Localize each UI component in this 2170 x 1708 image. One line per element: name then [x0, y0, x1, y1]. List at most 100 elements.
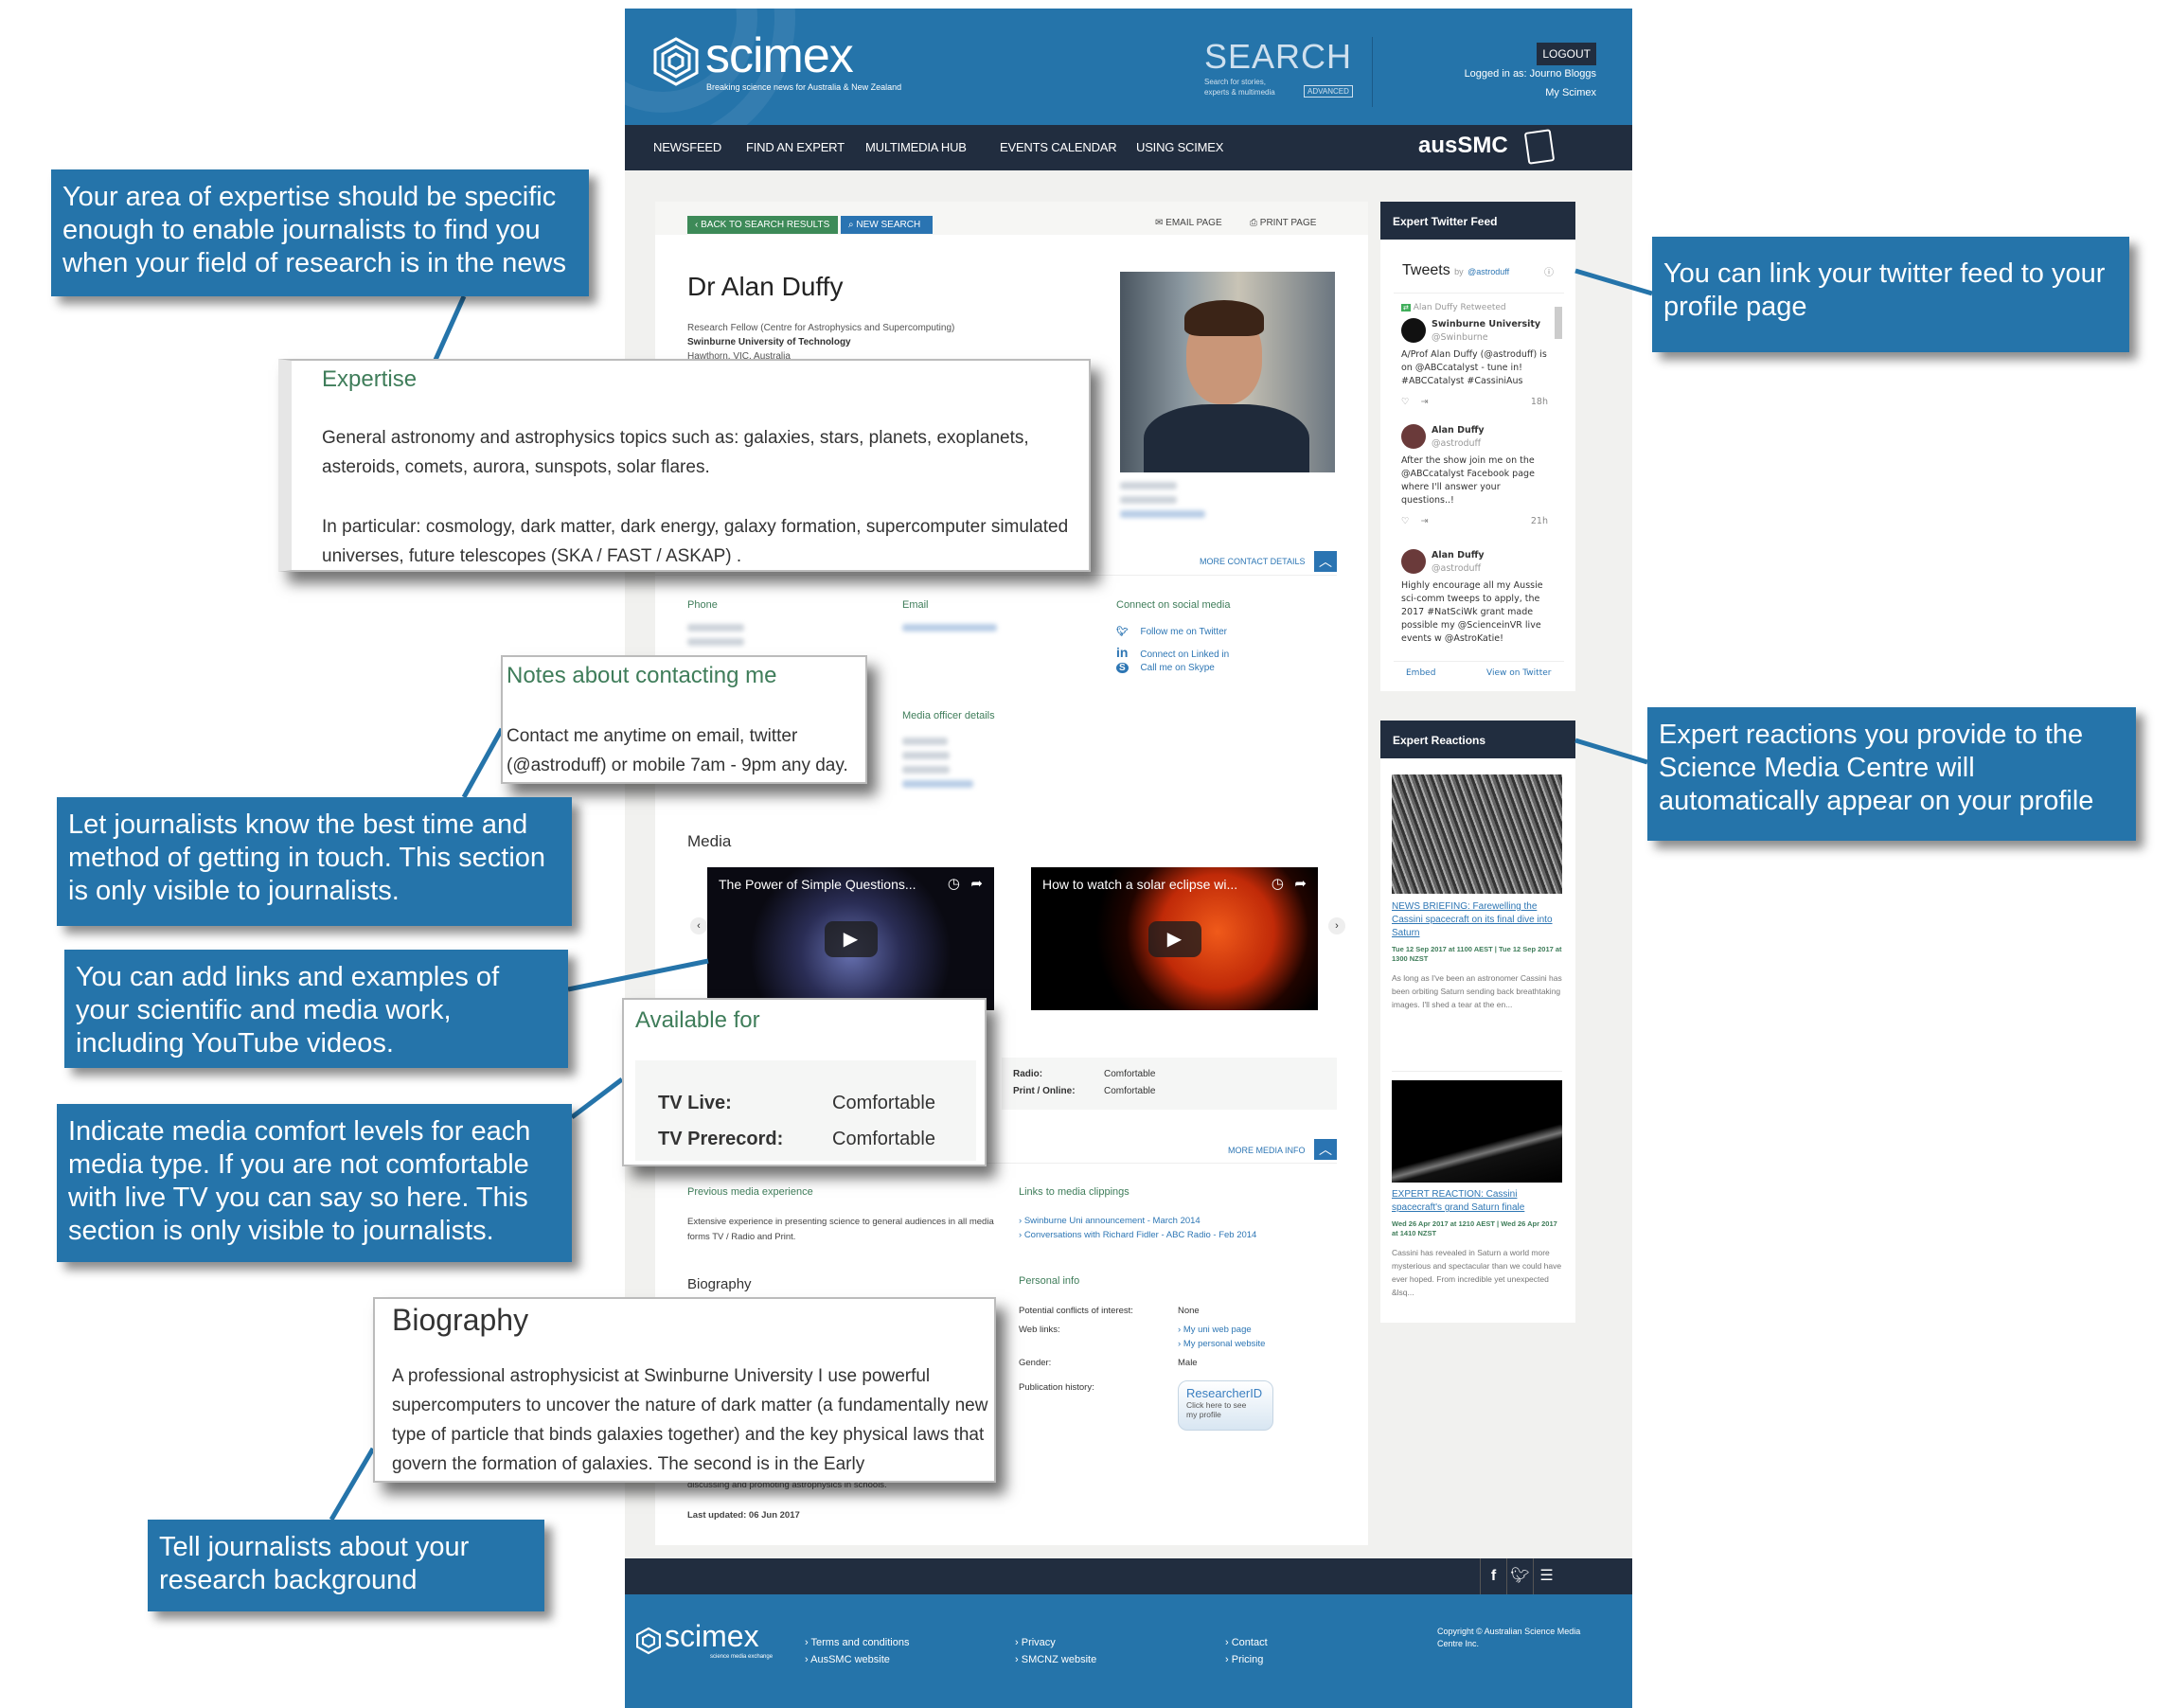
logout-button[interactable]: LOGOUT — [1537, 43, 1596, 65]
uni-web-page-link[interactable]: › My uni web page — [1178, 1325, 1252, 1335]
expert-reactions-panel: Expert Reactions NEWS BRIEFING: Farewell… — [1380, 721, 1575, 1323]
reaction-item: NEWS BRIEFING: Farewelling the Cassini s… — [1392, 900, 1562, 1009]
play-button[interactable]: ▶ — [824, 920, 878, 957]
footer-privacy-link[interactable]: › Privacy — [1015, 1637, 1056, 1648]
nav-newsfeed[interactable]: NEWSFEED — [653, 140, 721, 154]
twitter-feed-panel: Expert Twitter Feed Tweets by @astroduff… — [1380, 202, 1575, 691]
available-for-overlay: Available for TV Live: Comfortable TV Pr… — [622, 998, 987, 1166]
avatar — [1401, 424, 1426, 449]
back-to-search-results-button[interactable]: ‹ BACK TO SEARCH RESULTS — [687, 216, 838, 234]
expert-name: Dr Alan Duffy — [687, 272, 844, 301]
collapse-contact-button[interactable]: ︿ — [1314, 551, 1337, 572]
personal-website-link[interactable]: › My personal website — [1178, 1339, 1265, 1349]
more-media-info-link[interactable]: MORE MEDIA INFO — [1228, 1146, 1306, 1155]
video-thumbnail[interactable]: The Power of Simple Questions... ◷ ➦ ▶ — [707, 867, 994, 1010]
print-page-button[interactable]: ⎙ PRINT PAGE — [1250, 218, 1316, 228]
new-search-button[interactable]: ⌕ NEW SEARCH — [841, 216, 933, 234]
nav-find-an-expert[interactable]: FIND AN EXPERT — [746, 140, 845, 154]
callout-comfort: Indicate media comfort levels for each m… — [57, 1104, 572, 1262]
aussmc-logo[interactable]: ausSMC — [1418, 133, 1508, 159]
carousel-next-button[interactable]: › — [1328, 917, 1345, 934]
connector-line — [461, 727, 505, 799]
callout-reactions: Expert reactions you provide to the Scie… — [1647, 707, 2136, 841]
search-icon: ⌕ — [848, 220, 854, 230]
availability-table: Radio: Comfortable Print / Online: Comfo… — [1002, 1058, 1337, 1110]
search-link[interactable]: SEARCH Search for stories, experts & mul… — [1204, 37, 1356, 98]
like-icon[interactable]: ♡ ⇥ — [1401, 515, 1429, 528]
footer-pricing-link[interactable]: › Pricing — [1225, 1654, 1263, 1665]
footer-terms-link[interactable]: › Terms and conditions — [805, 1637, 909, 1648]
contact-notes-overlay: Notes about contacting me Contact me any… — [501, 655, 867, 784]
share-icon: ➦ — [1294, 876, 1307, 892]
clipping-link[interactable]: › Conversations with Richard Fidler - AB… — [1019, 1230, 1256, 1240]
my-scimex-link[interactable]: My Scimex — [1545, 87, 1596, 98]
twitter-icon[interactable]: 🐦︎ — [1506, 1558, 1533, 1594]
footer-aussmc-link[interactable]: › AusSMC website — [805, 1654, 890, 1665]
reaction-item: EXPERT REACTION: Cassini spacecraft's gr… — [1392, 1188, 1562, 1297]
callout-contact: Let journalists know the best time and m… — [57, 797, 572, 926]
video-thumbnail[interactable]: How to watch a solar eclipse wi... ◷ ➦ ▶ — [1031, 867, 1318, 1010]
twitter-icon: 🐦︎ — [1116, 627, 1129, 637]
profile-toolbar: ‹ BACK TO SEARCH RESULTS ⌕ NEW SEARCH ✉ … — [655, 202, 1368, 235]
reaction-image[interactable] — [1392, 774, 1562, 894]
smc-cards-icon — [1523, 129, 1556, 165]
footer-contact-link[interactable]: › Contact — [1225, 1637, 1268, 1648]
reaction-link[interactable]: NEWS BRIEFING: Farewelling the Cassini s… — [1392, 900, 1562, 940]
nav-events-calendar[interactable]: EVENTS CALENDAR — [1000, 140, 1117, 154]
nav-using-scimex[interactable]: USING SCIMEX — [1136, 140, 1223, 154]
expertise-overlay: Expertise General astronomy and astrophy… — [278, 359, 1091, 572]
facebook-icon[interactable]: f — [1480, 1558, 1506, 1594]
twitter-handle-link[interactable]: @astroduff — [1467, 267, 1509, 276]
share-icon: ➦ — [970, 876, 983, 892]
clipping-link[interactable]: › Swinburne Uni announcement - March 201… — [1019, 1216, 1201, 1226]
info-icon[interactable]: ⓘ — [1544, 264, 1554, 278]
view-on-twitter-link[interactable]: View on Twitter — [1486, 668, 1551, 678]
hexagon-logo-icon — [636, 1627, 661, 1655]
scrollbar[interactable] — [1555, 307, 1562, 339]
clock-icon: ◷ — [947, 876, 960, 892]
twitter-follow-link[interactable]: 🐦︎ Follow me on Twitter — [1116, 627, 1227, 637]
tweet: Alan Duffy @astroduff After the show join… — [1401, 424, 1548, 528]
tweet: ⇄ Alan Duffy Retweeted Swinburne Univers… — [1401, 303, 1548, 409]
callout-twitter: You can link your twitter feed to your p… — [1652, 237, 2129, 352]
expert-photo — [1120, 272, 1335, 472]
avatar — [1401, 318, 1426, 343]
rss-icon[interactable]: ☰ — [1533, 1558, 1559, 1594]
linkedin-link[interactable]: in Connect on Linked in — [1116, 645, 1229, 660]
like-icon[interactable]: ♡ ⇥ — [1401, 396, 1429, 409]
embed-link[interactable]: Embed — [1406, 668, 1435, 678]
footer-smcnz-link[interactable]: › SMCNZ website — [1015, 1654, 1096, 1665]
main-nav: NEWSFEED FIND AN EXPERT MULTIMEDIA HUB E… — [625, 125, 1632, 170]
carousel-prev-button[interactable]: ‹ — [690, 917, 707, 934]
reaction-image[interactable] — [1392, 1080, 1562, 1183]
advanced-search-button[interactable]: ADVANCED — [1304, 85, 1353, 98]
skype-icon: S — [1116, 663, 1129, 673]
callout-expertise: Your area of expertise should be specifi… — [51, 169, 589, 296]
footer-social-bar: f 🐦︎ ☰ — [625, 1558, 1632, 1594]
retweet-icon: ⇄ — [1401, 304, 1411, 311]
reaction-link[interactable]: EXPERT REACTION: Cassini spacecraft's gr… — [1392, 1188, 1562, 1215]
linkedin-icon: in — [1116, 645, 1129, 660]
connector-line — [433, 294, 467, 362]
site-header: scimex Breaking science news for Austral… — [625, 9, 1632, 125]
connector-line — [329, 1447, 376, 1521]
callout-bio: Tell journalists about your research bac… — [148, 1520, 544, 1611]
tweet: Alan Duffy @astroduff Highly encourage al… — [1401, 549, 1543, 644]
avatar — [1401, 549, 1426, 574]
tweet-list[interactable]: ⇄ Alan Duffy Retweeted Swinburne Univers… — [1394, 293, 1564, 662]
site-footer: scimex science media exchange › Terms an… — [625, 1594, 1632, 1708]
clock-icon: ◷ — [1271, 876, 1284, 892]
skype-link[interactable]: S Call me on Skype — [1116, 663, 1215, 673]
biography-overlay: Biography A professional astrophysicist … — [373, 1297, 996, 1483]
nav-multimedia-hub[interactable]: MULTIMEDIA HUB — [865, 140, 967, 154]
play-button[interactable]: ▶ — [1147, 920, 1201, 957]
envelope-icon: ✉ — [1155, 218, 1164, 228]
researcher-id-button[interactable]: ResearcherID Click here to see my profil… — [1178, 1380, 1273, 1431]
printer-icon: ⎙ — [1250, 218, 1257, 228]
collapse-media-button[interactable]: ︿ — [1314, 1139, 1337, 1160]
email-page-button[interactable]: ✉ EMAIL PAGE — [1155, 218, 1222, 228]
connector-line — [570, 1077, 624, 1119]
hexagon-logo-icon — [653, 37, 699, 86]
more-contact-details-link[interactable]: MORE CONTACT DETAILS — [1200, 557, 1306, 566]
callout-media: You can add links and examples of your s… — [64, 950, 568, 1068]
